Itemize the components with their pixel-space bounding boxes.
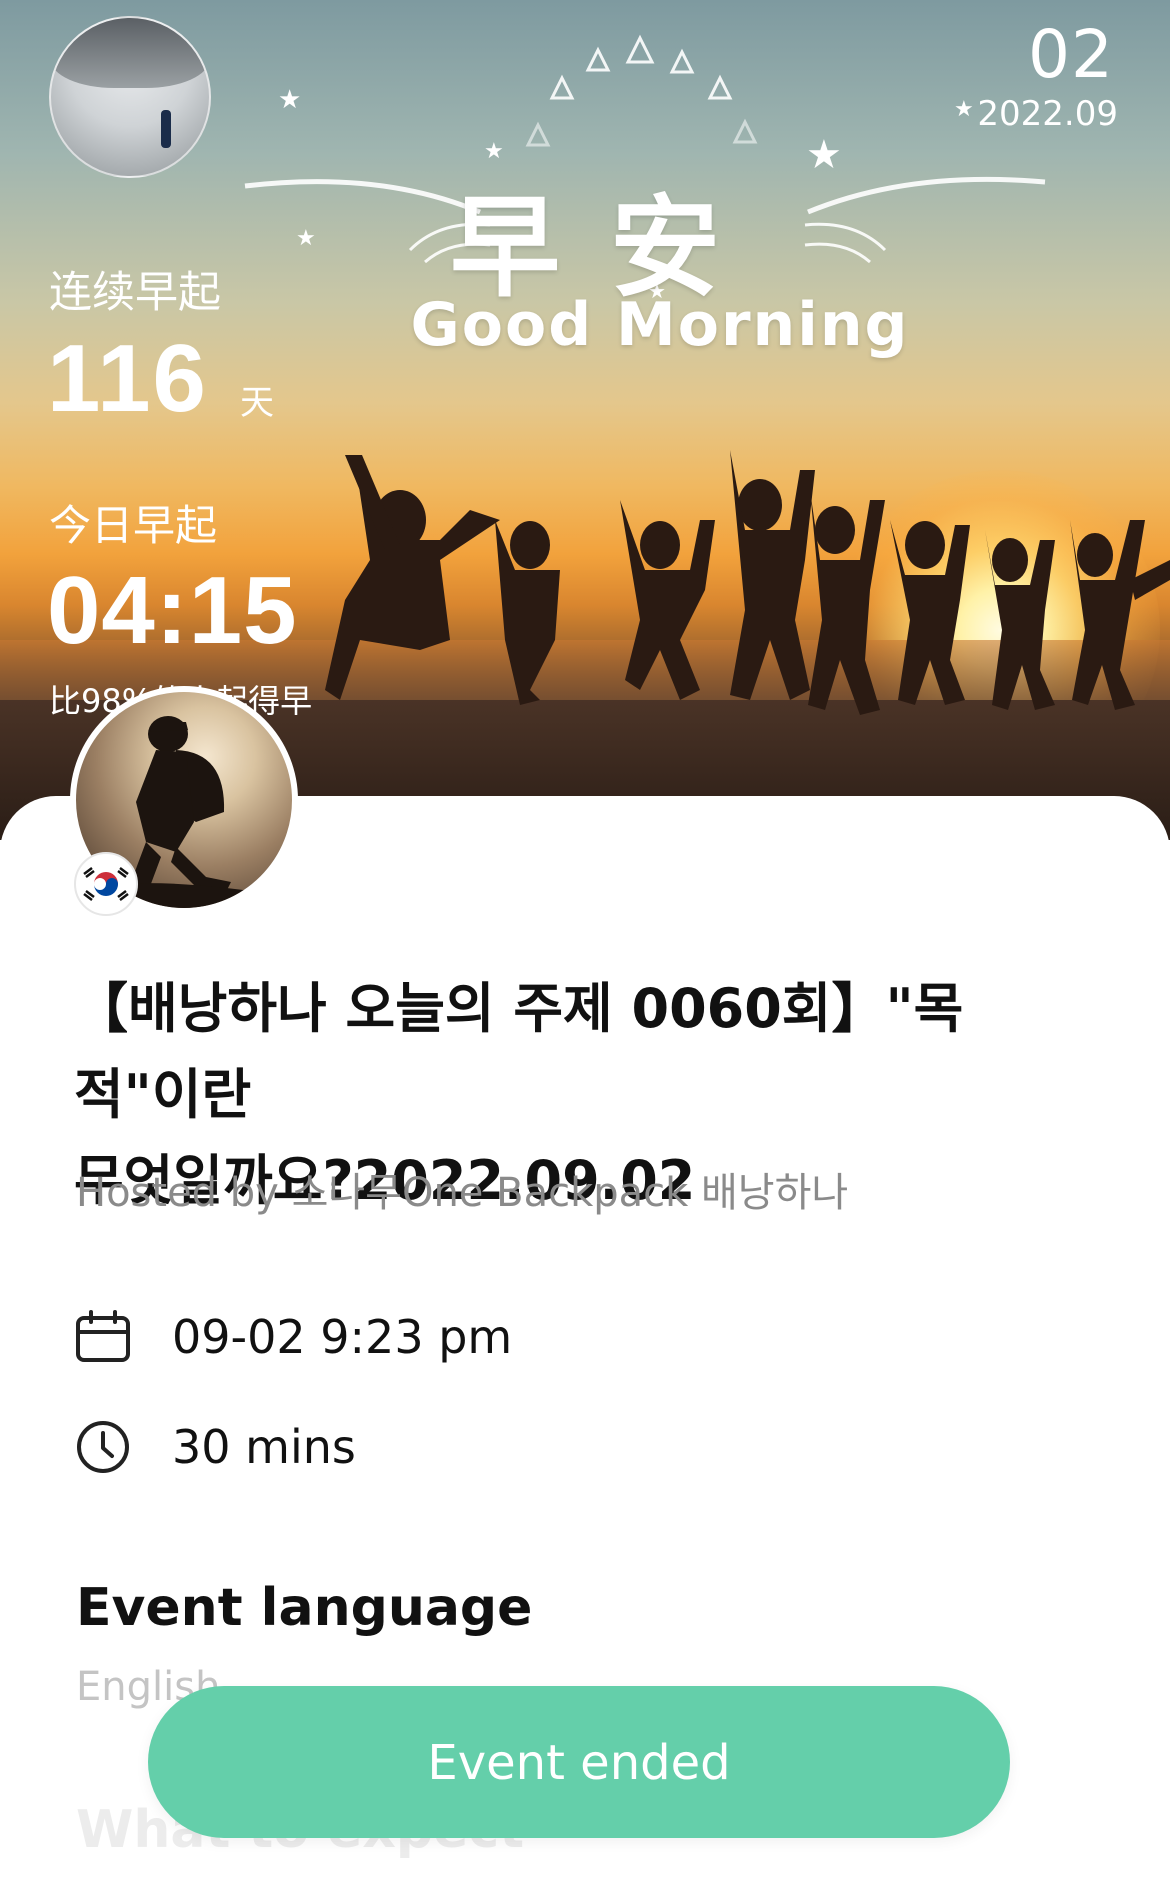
south-korea-flag-icon [74, 852, 138, 916]
streak-label: 连续早起 [49, 268, 221, 318]
hosted-by-text[interactable]: Hosted by 소나무One Backpack 배낭하나 [76, 1160, 848, 1218]
event-datetime: 09-02 9:23 pm [172, 1310, 513, 1364]
today-wake-time: 04:15 [47, 557, 298, 664]
event-ended-button[interactable]: Event ended [148, 1686, 1010, 1838]
clock-icon [77, 1421, 129, 1473]
date-month: 2022.09 [977, 94, 1118, 134]
event-language-heading: Event language [76, 1578, 533, 1638]
event-title-line-1: 【배낭하나 오늘의 주제 0060회】"목적"이란 [74, 977, 964, 1126]
event-duration: 30 mins [172, 1420, 356, 1474]
streak-unit: 天 [240, 383, 274, 423]
date-day: 02 [1028, 16, 1114, 93]
calendar-icon [76, 1310, 130, 1362]
streak-value: 116 [47, 325, 208, 432]
svg-text:★: ★ [278, 85, 301, 115]
svg-text:★: ★ [954, 97, 974, 122]
today-label: 今日早起 [49, 501, 218, 550]
